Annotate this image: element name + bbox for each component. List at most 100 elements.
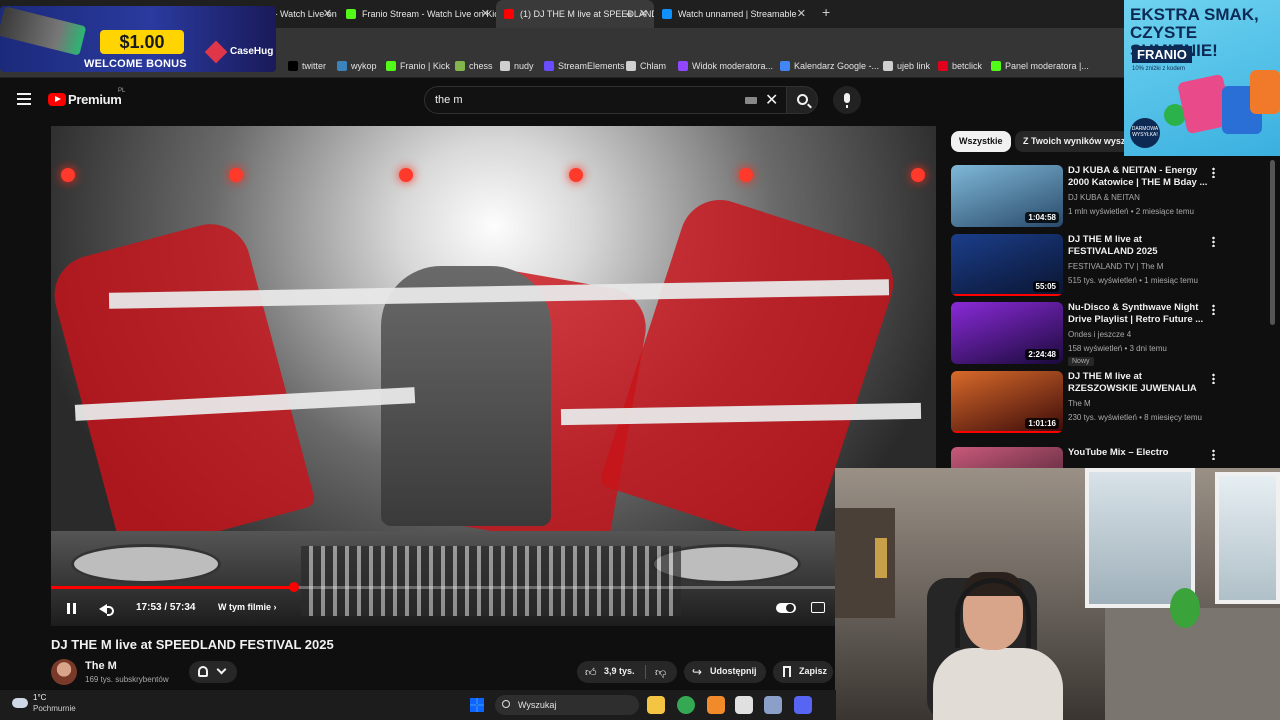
recommended-video[interactable]: 55:05 DJ THE M live at FESTIVALAND 2025 FE… [951,234,1276,300]
recommended-channel[interactable]: FESTIVALAND TV | The M [1068,262,1163,271]
more-options-icon[interactable] [1212,449,1215,460]
recommended-title[interactable]: YouTube Mix – Electro [1068,447,1208,459]
recommended-video[interactable]: 2:24:48 Nu-Disco & Synthwave Night Drive … [951,302,1276,368]
share-button[interactable]: ↪ Udostępnij [684,661,766,683]
keyboard-icon[interactable] [745,97,757,104]
video-thumbnail[interactable]: 2:24:48 [951,302,1063,364]
clear-search-icon[interactable]: ✕ [765,90,778,110]
casehug-ad[interactable]: $1.00 WELCOME BONUS CaseHug [0,6,276,72]
pause-icon[interactable] [67,603,76,614]
tab-title: Watch unnamed | Streamable [678,9,797,19]
bookmark-item[interactable]: twitter [288,58,326,74]
app-icon[interactable] [735,696,753,714]
channel-name[interactable]: The M [85,660,117,672]
save-button[interactable]: Zapisz [773,661,833,683]
recommended-title[interactable]: DJ THE M live at RZESZOWSKIE JUWENALIA 2… [1068,371,1208,395]
bookmark-item[interactable]: betclick [938,58,982,74]
video-thumbnail[interactable]: 1:01:16 [951,371,1063,433]
trophy [875,538,887,578]
recommended-video[interactable]: 1:04:58 DJ KUBA & NEITAN - Energy 2000 Ka… [951,165,1276,231]
time-display: 17:53 / 57:34 [136,602,196,613]
recommended-title[interactable]: DJ THE M live at FESTIVALAND 2025 [1068,234,1208,258]
video-thumbnail[interactable]: 55:05 [951,234,1063,296]
bookmark-label: Panel moderatora |... [1005,61,1089,71]
more-options-icon[interactable] [1212,236,1215,247]
menu-icon[interactable] [17,93,31,105]
bookmark-item[interactable]: chess [455,58,493,74]
franio-ad[interactable]: EKSTRA SMAK, CZYSTE SUMIENIE! FRANIO 10%… [1124,0,1280,156]
windows-start-icon[interactable] [470,698,484,712]
duration-badge: 1:01:16 [1025,418,1059,429]
bookmark-item[interactable]: ujeb link [883,58,930,74]
autoplay-toggle[interactable] [776,603,796,613]
chip-all[interactable]: Wszystkie [951,131,1011,152]
discord-icon[interactable] [794,696,812,714]
recommended-video[interactable]: 1:01:16 DJ THE M live at RZESZOWSKIE JUWE… [951,371,1276,437]
more-options-icon[interactable] [1212,373,1215,384]
stage-light [739,168,753,182]
youtube-brand[interactable]: Premium [68,92,122,107]
bookmark-item[interactable]: Franio | Kick [386,58,450,74]
chapters-button[interactable]: W tym filmie › [218,602,277,612]
bookmark-item[interactable]: Widok moderatora... [678,58,773,74]
browser-tab[interactable]: Watch unnamed | Streamable ✕ [654,0,812,28]
close-tab-icon[interactable]: ✕ [323,0,332,28]
close-tab-icon[interactable]: ✕ [797,0,806,28]
country-code: PL [118,88,126,94]
settings-icon[interactable] [764,696,782,714]
close-tab-icon[interactable]: ✕ [639,0,648,28]
video-player[interactable]: 17:53 / 57:34 W tym filmie › [51,126,936,626]
bookmark-label: StreamElements [558,61,625,71]
bookmark-item[interactable]: nudy [500,58,534,74]
bookmark-item[interactable]: Chlam [626,58,666,74]
progress-bar-fill[interactable] [51,586,295,589]
stage-light [229,168,243,182]
video-thumbnail[interactable]: 1:04:58 [951,165,1063,227]
bookmark-item[interactable]: Panel moderatora |... [991,58,1089,74]
new-badge: Nowy [1068,357,1094,366]
stage-light [399,168,413,182]
voice-search-button[interactable] [833,86,861,114]
twitch-icon [678,61,688,71]
bookmark-label: twitter [302,61,327,71]
chrome-icon[interactable] [677,696,695,714]
like-count[interactable]: 3,9 tys. [604,666,635,676]
more-options-icon[interactable] [1212,167,1215,178]
tab-title: (1) DJ THE M live at SPEEDLAND FESTIVAL … [520,9,654,19]
new-tab-button[interactable]: + [822,4,830,20]
bookmark-item[interactable]: StreamElements [544,58,625,74]
taskbar-search[interactable]: Wyszukaj [495,695,639,715]
youtube-logo-icon[interactable] [48,93,66,106]
app-icon[interactable] [707,696,725,714]
search-button[interactable] [786,86,818,114]
search-query[interactable]: the m [435,94,463,106]
avatar[interactable] [51,659,77,685]
duration-badge: 55:05 [1032,281,1059,292]
browser-tab[interactable]: Franio Stream - Watch Live on Kick ✕ [338,0,496,28]
scrollbar[interactable] [1270,160,1275,325]
recommended-title[interactable]: Nu-Disco & Synthwave Night Drive Playlis… [1068,302,1208,326]
youtube-header: Premium PL the m ✕ [0,78,1280,122]
weather-condition[interactable]: Pochmurnie [33,704,76,713]
recommended-channel[interactable]: The M [1068,399,1091,408]
subtitles-icon[interactable] [811,602,825,613]
thumbs-up-icon[interactable]: 👍︎ [585,666,597,679]
recommended-title[interactable]: DJ KUBA & NEITAN - Energy 2000 Katowice … [1068,165,1208,189]
recommended-channel[interactable]: DJ KUBA & NEITAN [1068,193,1140,202]
cloud-icon[interactable] [12,698,28,708]
file-explorer-icon[interactable] [647,696,665,714]
browser-tab[interactable]: (1) DJ THE M live at SPEEDLAND FESTIVAL … [496,0,654,28]
notifications-button[interactable] [189,661,237,683]
close-tab-icon[interactable]: ✕ [481,0,490,28]
bookmark-item[interactable]: Kalendarz Google -... [780,58,879,74]
weather-temperature[interactable]: 1°C [33,693,46,702]
thumbs-down-icon[interactable]: 👎︎ [655,666,666,679]
volume-icon[interactable] [99,604,114,616]
share-label: Udostępnij [710,666,757,676]
recommended-channel[interactable]: Ondes i jeszcze 4 [1068,330,1131,339]
bookmark-item[interactable]: wykop [337,58,377,74]
speaker-icon[interactable]: 🔊︎ [626,0,632,28]
search-input[interactable]: the m ✕ [424,86,786,114]
progress-scrubber[interactable] [289,582,300,592]
more-options-icon[interactable] [1212,304,1215,315]
